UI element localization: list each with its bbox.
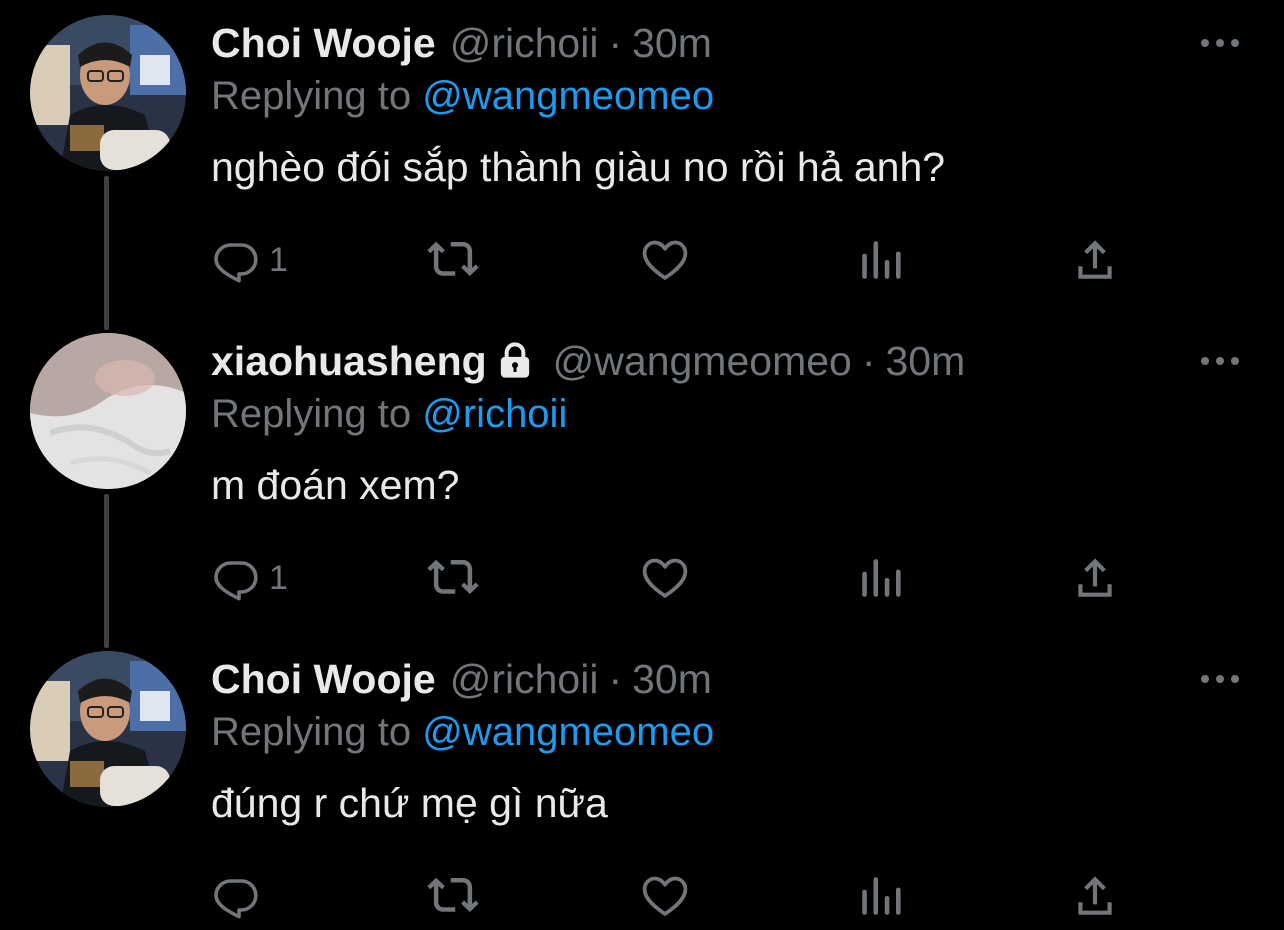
like-button[interactable]: [640, 548, 690, 608]
tweet-text: m đoán xem?: [211, 462, 460, 508]
more-icon[interactable]: [1198, 666, 1242, 692]
reply-button[interactable]: 1: [213, 230, 288, 290]
replying-to: Replying to @richoii: [211, 392, 567, 437]
like-button[interactable]: [640, 866, 690, 926]
share-icon: [1078, 876, 1112, 915]
analytics-icon: [862, 877, 901, 915]
timestamp[interactable]: 30m: [632, 20, 712, 67]
share-button[interactable]: [1070, 230, 1120, 290]
avatar[interactable]: [30, 15, 186, 171]
share-button[interactable]: [1070, 548, 1120, 608]
user-handle[interactable]: @richoii: [450, 20, 599, 67]
retweet-button[interactable]: [426, 230, 480, 290]
separator-dot: ·: [608, 19, 623, 66]
mention-link[interactable]: @wangmeomeo: [422, 74, 714, 118]
separator-dot: ·: [861, 337, 876, 384]
display-name[interactable]: xiaohuasheng: [211, 338, 487, 385]
avatar[interactable]: [30, 333, 186, 489]
avatar-photo: [30, 651, 186, 807]
views-button[interactable]: [856, 230, 906, 290]
display-name[interactable]: Choi Wooje: [211, 656, 436, 703]
action-bar: 1: [0, 230, 1284, 290]
tweet[interactable]: Choi Wooje @richoii · 30m Replying to @w…: [0, 636, 1284, 930]
reply-icon: [214, 243, 258, 283]
action-bar: 1: [0, 548, 1284, 608]
share-icon: [1078, 240, 1112, 279]
tweet-text: nghèo đói sắp thành giàu no rồi hả anh?: [211, 144, 946, 190]
replying-prefix: Replying to: [211, 74, 412, 118]
tweet-header: Choi Wooje @richoii · 30m: [211, 650, 712, 708]
heart-icon: [642, 876, 688, 916]
tweet[interactable]: xiaohuasheng @wangmeomeo · 30m Replying …: [0, 318, 1284, 636]
avatar[interactable]: [30, 651, 186, 807]
reply-icon: [214, 879, 258, 919]
retweet-button[interactable]: [426, 548, 480, 608]
timestamp[interactable]: 30m: [632, 656, 712, 703]
avatar-photo: [30, 333, 186, 489]
more-icon[interactable]: [1198, 348, 1242, 374]
reply-count: 1: [269, 240, 288, 279]
analytics-icon: [862, 559, 901, 597]
retweet-icon: [427, 241, 479, 276]
user-handle[interactable]: @richoii: [450, 656, 599, 703]
retweet-icon: [427, 559, 479, 594]
tweet[interactable]: Choi Wooje @richoii · 30m Replying to @w…: [0, 0, 1284, 318]
share-icon: [1078, 558, 1112, 597]
reply-button[interactable]: [213, 866, 269, 926]
views-button[interactable]: [856, 548, 906, 608]
separator-dot: ·: [608, 655, 623, 702]
reply-icon: [214, 561, 258, 601]
replying-prefix: Replying to: [211, 392, 412, 436]
like-button[interactable]: [640, 230, 690, 290]
retweet-icon: [427, 877, 479, 912]
mention-link[interactable]: @richoii: [422, 392, 567, 436]
tweet-text: đúng r chứ mẹ gì nữa: [211, 780, 608, 826]
tweet-header: Choi Wooje @richoii · 30m: [211, 14, 712, 72]
views-button[interactable]: [856, 866, 906, 926]
replying-to: Replying to @wangmeomeo: [211, 710, 714, 755]
lock-icon: [500, 342, 529, 378]
replying-to: Replying to @wangmeomeo: [211, 74, 714, 119]
mention-link[interactable]: @wangmeomeo: [422, 710, 714, 754]
share-button[interactable]: [1070, 866, 1120, 926]
heart-icon: [642, 558, 688, 598]
retweet-button[interactable]: [426, 866, 480, 926]
more-icon[interactable]: [1198, 30, 1242, 56]
heart-icon: [642, 240, 688, 280]
tweet-header: xiaohuasheng @wangmeomeo · 30m: [211, 332, 965, 390]
action-bar: [0, 866, 1284, 926]
avatar-photo: [30, 15, 186, 171]
reply-count: 1: [269, 558, 288, 597]
timestamp[interactable]: 30m: [885, 338, 965, 385]
replying-prefix: Replying to: [211, 710, 412, 754]
analytics-icon: [862, 241, 901, 279]
user-handle[interactable]: @wangmeomeo: [553, 338, 852, 385]
display-name[interactable]: Choi Wooje: [211, 20, 436, 67]
reply-button[interactable]: 1: [213, 548, 288, 608]
